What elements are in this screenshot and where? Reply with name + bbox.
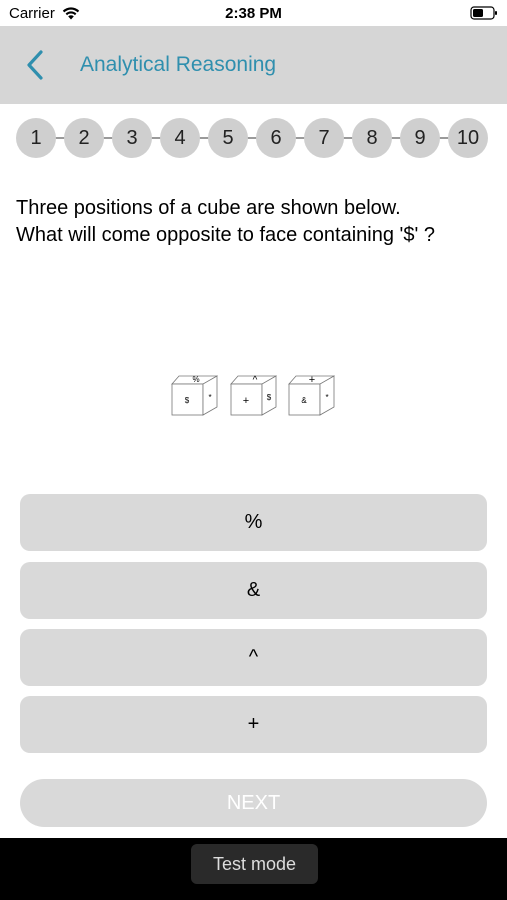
answer-option-4[interactable]: + bbox=[20, 696, 487, 753]
test-mode-badge: Test mode bbox=[191, 844, 318, 884]
question-line-2: What will come opposite to face containi… bbox=[16, 224, 435, 246]
question-number-4[interactable]: 4 bbox=[160, 118, 200, 158]
back-button[interactable] bbox=[20, 48, 54, 82]
cube-figure: % $ * ^ + $ + & * bbox=[171, 374, 335, 416]
question-line-1: Three positions of a cube are shown belo… bbox=[16, 197, 401, 219]
cube-2-front: + bbox=[243, 395, 249, 407]
answer-option-2[interactable]: & bbox=[20, 562, 487, 619]
question-number-5[interactable]: 5 bbox=[208, 118, 248, 158]
clock: 2:38 PM bbox=[225, 5, 282, 22]
page-title: Analytical Reasoning bbox=[80, 53, 277, 76]
nav-bar: Analytical Reasoning bbox=[0, 26, 507, 104]
bottom-bar: Test mode bbox=[0, 838, 507, 900]
answer-option-3[interactable]: ^ bbox=[20, 629, 487, 686]
cube-3-side: * bbox=[325, 393, 328, 402]
answer-option-1[interactable]: % bbox=[20, 494, 487, 551]
cube-1-front: $ bbox=[185, 396, 190, 405]
question-number-10[interactable]: 10 bbox=[448, 118, 488, 158]
cube-3-front: & bbox=[301, 396, 307, 405]
cube-2-side: $ bbox=[267, 393, 272, 402]
question-number-8[interactable]: 8 bbox=[352, 118, 392, 158]
next-button[interactable]: NEXT bbox=[20, 779, 487, 827]
question-number-1[interactable]: 1 bbox=[16, 118, 56, 158]
question-text: Three positions of a cube are shown belo… bbox=[16, 195, 496, 249]
battery-icon bbox=[470, 6, 497, 20]
cube-2-top: ^ bbox=[253, 375, 258, 386]
status-bar: Carrier 2:38 PM bbox=[0, 0, 507, 26]
question-pager: 1 2 3 4 5 6 7 8 9 10 bbox=[16, 118, 488, 158]
question-number-6[interactable]: 6 bbox=[256, 118, 296, 158]
cube-1-side: * bbox=[208, 393, 211, 402]
cube-3-top: + bbox=[309, 374, 315, 386]
cube-1-top: % bbox=[192, 375, 199, 384]
question-number-9[interactable]: 9 bbox=[400, 118, 440, 158]
question-number-3[interactable]: 3 bbox=[112, 118, 152, 158]
question-number-7[interactable]: 7 bbox=[304, 118, 344, 158]
question-number-2[interactable]: 2 bbox=[64, 118, 104, 158]
